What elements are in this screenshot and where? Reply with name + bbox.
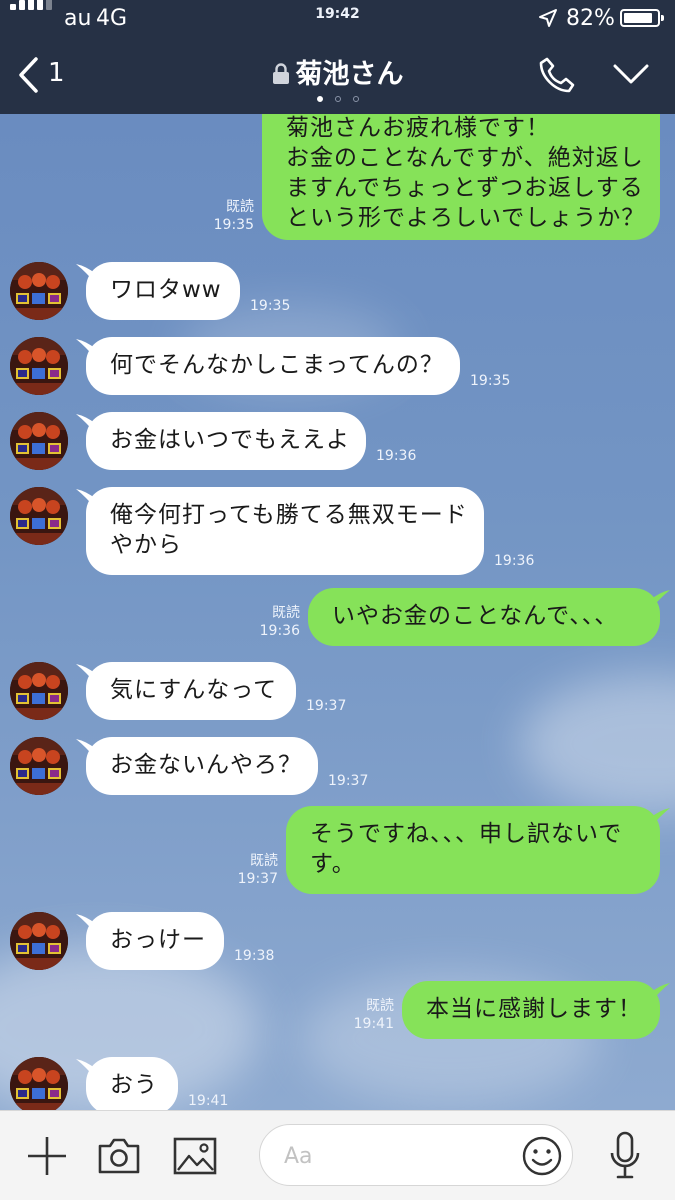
avatar[interactable] (10, 662, 68, 720)
message-time: 19:37 (328, 773, 369, 789)
bubble-tail (76, 739, 96, 759)
message-text: そうですね、、、申し訳ないで す。 (310, 821, 623, 877)
bubble-tail (76, 414, 96, 434)
chevron-down-icon (613, 64, 649, 84)
read-label: 既読 (272, 605, 300, 621)
message-bubble[interactable]: 気にすんなって (86, 662, 296, 720)
avatar[interactable] (10, 487, 68, 545)
chat-header: 1 菊池さん (0, 38, 675, 114)
phone-icon (539, 57, 575, 93)
bubble-tail (76, 489, 96, 509)
read-label: 既読 (226, 199, 254, 215)
chat-area[interactable]: 菊池さんお疲れ様です！ お金のことなんですが、絶対返し ますんでちょっとずつお返… (0, 114, 675, 1110)
bubble-tail (76, 339, 96, 359)
battery-percent: 82% (566, 6, 615, 31)
avatar[interactable] (10, 737, 68, 795)
message-text: 俺今何打っても勝てる無双モード やから (110, 502, 468, 558)
message-time: 19:35 (213, 217, 254, 233)
read-receipt: 既読 19:35 (192, 198, 254, 234)
message-bubble[interactable]: お金はいつでもええよ (86, 412, 366, 470)
message-time: 19:37 (237, 871, 278, 887)
message-text: おう (110, 1072, 158, 1098)
message-text: お金ないんやろ？ (110, 752, 302, 778)
message-bubble[interactable]: いやお金のことなんで、、、 (308, 588, 660, 646)
read-label: 既読 (366, 998, 394, 1014)
image-button[interactable] (173, 1137, 217, 1179)
message-time: 19:38 (234, 948, 275, 964)
battery-icon (620, 9, 664, 27)
read-receipt: 既読 19:41 (332, 997, 394, 1033)
avatar[interactable] (10, 337, 68, 395)
message-text: 何でそんなかしこまってんの？ (110, 352, 444, 378)
message-time: 19:35 (250, 298, 291, 314)
avatar[interactable] (10, 1057, 68, 1110)
message-bubble[interactable]: ワロタww (86, 262, 240, 320)
chat-title-text: 菊池さん (295, 59, 404, 90)
message-bubble[interactable]: 俺今何打っても勝てる無双モード やから (86, 487, 484, 575)
read-label: 既読 (250, 853, 278, 869)
message-bubble[interactable]: おっけー (86, 912, 224, 970)
message-time: 19:36 (259, 623, 300, 639)
message-text: お金はいつでもええよ (110, 427, 350, 453)
message-bubble[interactable]: そうですね、、、申し訳ないで す。 (286, 806, 660, 894)
message-text: おっけー (110, 927, 206, 953)
message-bubble[interactable]: おう (86, 1057, 178, 1110)
emoji-button[interactable] (521, 1135, 563, 1181)
camera-button[interactable] (97, 1137, 141, 1179)
bubble-tail (650, 808, 670, 828)
bubble-tail (650, 590, 670, 610)
read-receipt: 既読 19:37 (216, 852, 278, 888)
bubble-tail (650, 983, 670, 1003)
input-bar (0, 1110, 675, 1200)
camera-icon (98, 1138, 140, 1174)
message-text: 気にすんなって (110, 677, 278, 703)
bubble-tail (76, 264, 96, 284)
status-bar: au 4G 19:42 82% (0, 0, 675, 38)
message-bubble[interactable]: お金ないんやろ？ (86, 737, 318, 795)
call-button[interactable] (538, 56, 576, 98)
message-input[interactable] (282, 1139, 506, 1173)
message-time: 19:41 (188, 1093, 229, 1109)
message-input-field[interactable] (259, 1124, 573, 1186)
voice-button[interactable] (608, 1131, 642, 1185)
add-button[interactable] (26, 1135, 68, 1181)
message-bubble[interactable]: 菊池さんお疲れ様です！ お金のことなんですが、絶対返し ますんでちょっとずつお返… (262, 114, 660, 240)
plus-icon (28, 1137, 66, 1175)
avatar[interactable] (10, 412, 68, 470)
image-icon (173, 1137, 217, 1175)
avatar[interactable] (10, 262, 68, 320)
message-bubble[interactable]: 何でそんなかしこまってんの？ (86, 337, 460, 395)
message-text: 菊池さんお疲れ様です！ お金のことなんですが、絶対返し ますんでちょっとずつお返… (286, 115, 646, 231)
read-receipt: 既読 19:36 (238, 604, 300, 640)
message-time: 19:37 (306, 698, 347, 714)
avatar[interactable] (10, 912, 68, 970)
message-time: 19:41 (353, 1016, 394, 1032)
message-text: 本当に感謝します！ (426, 996, 642, 1022)
lock-icon (272, 63, 289, 84)
bubble-tail (76, 664, 96, 684)
message-time: 19:35 (470, 373, 511, 389)
message-text: ワロタww (110, 277, 222, 303)
microphone-icon (610, 1131, 640, 1179)
bubble-tail (76, 914, 96, 934)
message-bubble[interactable]: 本当に感謝します！ (402, 981, 660, 1039)
message-time: 19:36 (376, 448, 417, 464)
message-text: いやお金のことなんで、、、 (332, 603, 619, 629)
message-time: 19:36 (494, 553, 535, 569)
bubble-tail (76, 1059, 96, 1079)
menu-button[interactable] (612, 62, 650, 90)
smiley-icon (522, 1136, 562, 1176)
location-arrow-icon (538, 8, 558, 34)
